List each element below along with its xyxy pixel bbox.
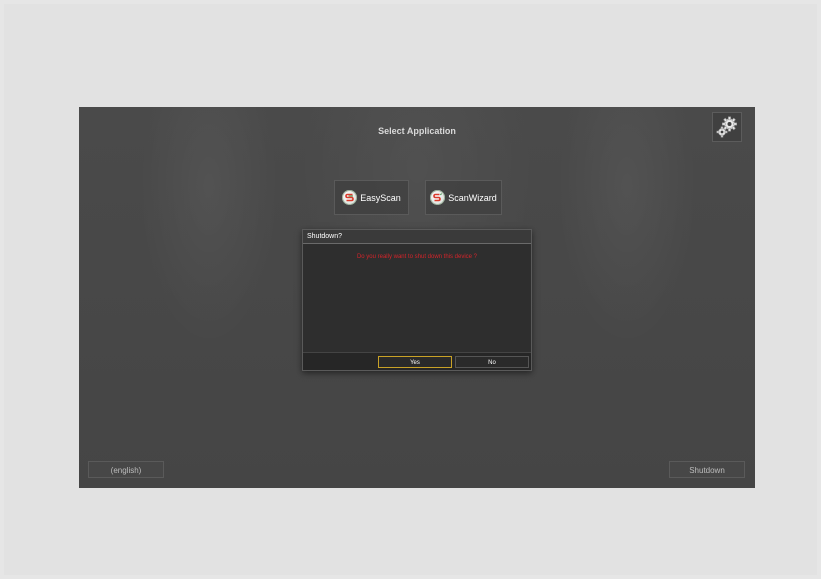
app-tile-easyscan[interactable]: EasyScan xyxy=(334,180,409,215)
dialog-message: Do you really want to shut down this dev… xyxy=(356,254,478,260)
settings-button[interactable] xyxy=(712,112,742,142)
language-button[interactable]: (english) xyxy=(88,461,164,478)
gears-icon xyxy=(716,116,738,138)
page-title: Select Application xyxy=(378,126,456,136)
shutdown-button[interactable]: Shutdown xyxy=(669,461,745,478)
easyscan-logo-icon xyxy=(342,190,358,205)
no-button[interactable]: No xyxy=(455,356,529,368)
yes-button[interactable]: Yes xyxy=(378,356,452,368)
app-tile-scanwizard[interactable]: ScanWizard xyxy=(425,180,502,215)
dialog-footer: Yes No xyxy=(303,352,531,370)
app-name-easyscan: EasyScan xyxy=(360,192,401,203)
scanwizard-logo-icon xyxy=(430,190,446,205)
dialog-title: Shutdown? xyxy=(303,230,531,244)
shutdown-dialog: Shutdown? Do you really want to shut dow… xyxy=(302,229,532,371)
page-frame: Select Application EasyScan ScanWizard S… xyxy=(4,4,817,575)
app-screen: Select Application EasyScan ScanWizard S… xyxy=(79,107,755,488)
app-name-scanwizard: ScanWizard xyxy=(448,192,497,203)
